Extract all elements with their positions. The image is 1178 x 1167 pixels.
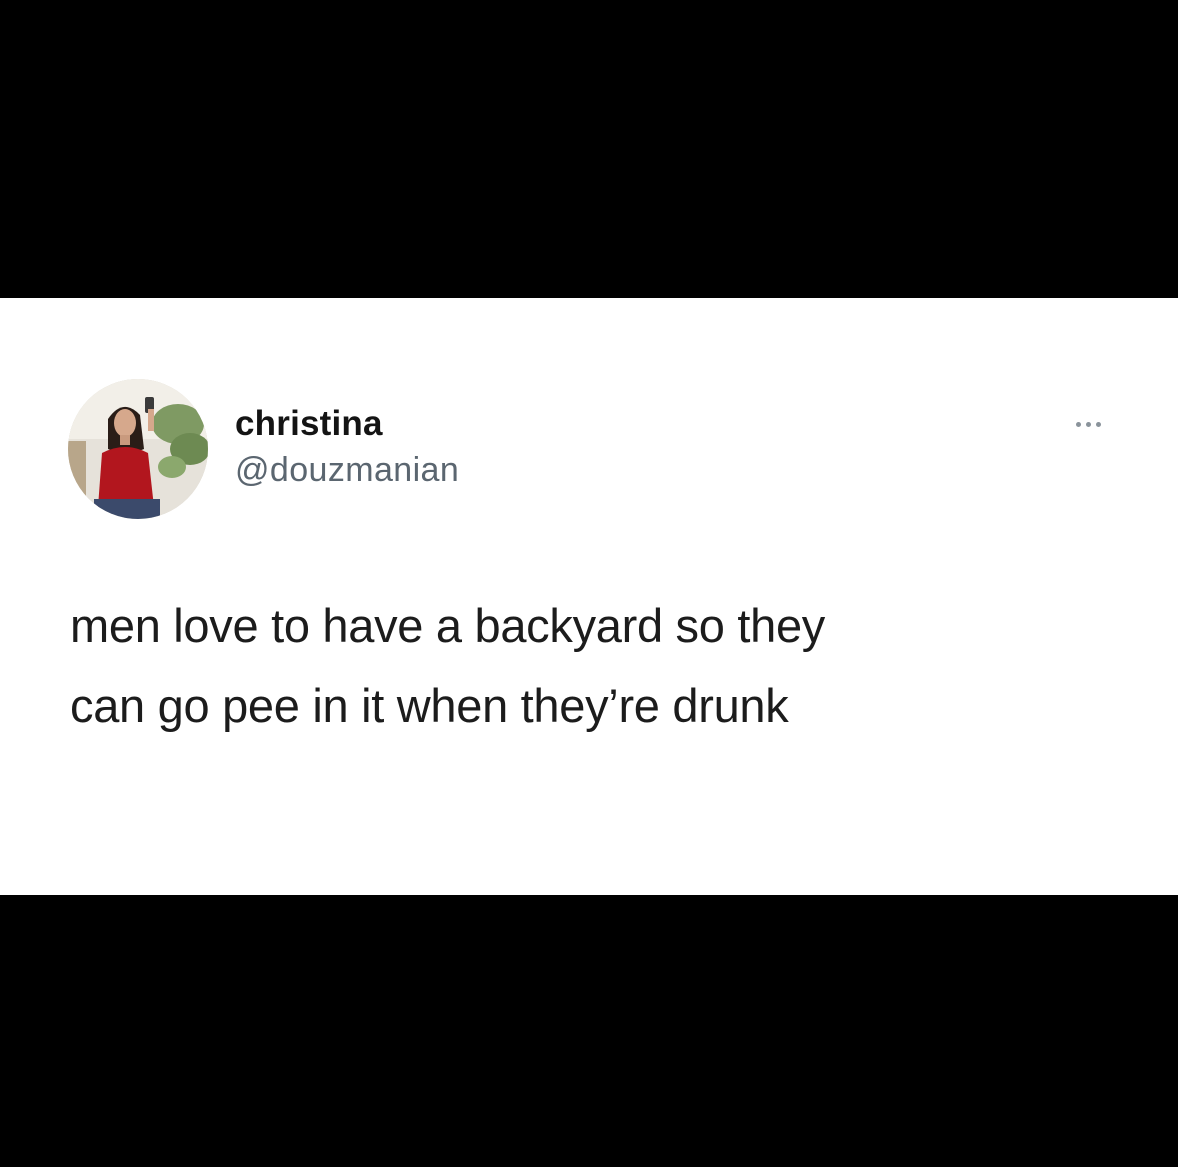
ellipsis-icon — [1095, 421, 1101, 427]
ellipsis-icon — [1075, 421, 1081, 427]
tweet-card: christina @douzmanian men love to have a… — [0, 298, 1178, 895]
display-name[interactable]: christina — [235, 402, 459, 446]
tweet-text-line: can go pee in it when they’re drunk — [70, 679, 789, 732]
profile-photo-icon — [68, 379, 208, 519]
ellipsis-icon — [1085, 421, 1091, 427]
author-block[interactable]: christina @douzmanian — [235, 402, 459, 492]
bottom-letterbox-bar — [0, 895, 1178, 1167]
tweet-text: men love to have a backyard so they can … — [70, 586, 1110, 746]
top-letterbox-bar — [0, 0, 1178, 298]
avatar[interactable] — [68, 379, 208, 519]
tweet-text-line: men love to have a backyard so they — [70, 599, 825, 652]
more-options-button[interactable] — [1062, 412, 1114, 436]
user-handle[interactable]: @douzmanian — [235, 448, 459, 492]
